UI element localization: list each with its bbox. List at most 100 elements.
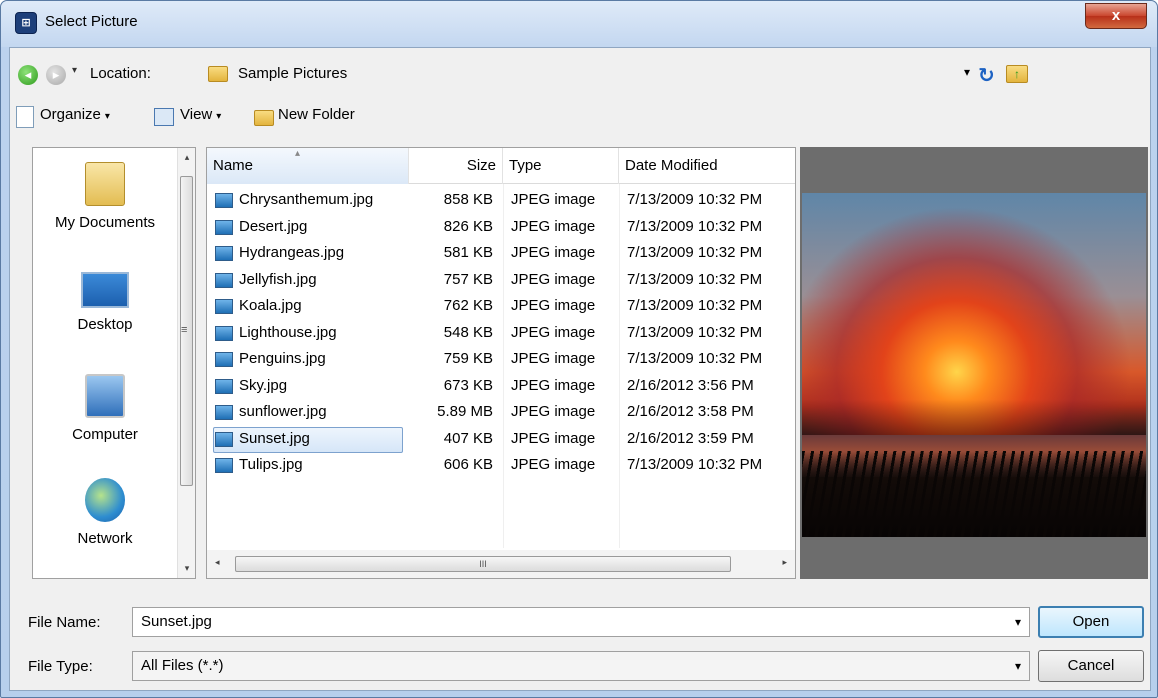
file-row[interactable]: Koala.jpg 762 KB JPEG image 7/13/2009 10:32… [213,294,797,320]
file-type: JPEG image [511,217,596,235]
file-row[interactable]: Hydrangeas.jpg 581 KB JPEG image 7/13/2009 … [213,241,797,267]
file-row[interactable]: Desert.jpg 826 KB JPEG image 7/13/2009 10:3… [213,215,797,241]
file-name-input[interactable]: Sunset.jpg ▾ [132,607,1030,637]
file-date: 7/13/2009 10:32 PM [627,191,763,208]
up-folder-icon[interactable]: ↑ [1006,65,1028,83]
file-row[interactable]: Chrysanthemum.jpg 858 KB JPEG image 7/13/20… [213,188,797,214]
file-date: 2/16/2012 3:58 PM [627,403,754,420]
file-type: JPEG image [511,350,596,367]
column-header-type[interactable]: Type [503,148,619,184]
file-name: Tulips.jpg [239,456,303,473]
chevron-down-icon[interactable]: ▾ [1015,652,1021,680]
file-date: 7/13/2009 10:32 PM [627,456,763,473]
toolbar: Organize ▾ View ▾ New Folder [10,98,1150,138]
file-type: JPEG image [511,429,596,447]
preview-image [802,193,1146,537]
jpeg-file-icon [215,299,233,314]
network-icon [85,478,125,522]
place-label: Desktop [77,316,133,333]
file-size: 606 KB [443,456,493,473]
file-name: Penguins.jpg [239,350,326,367]
column-header-name[interactable]: Name ▴ [207,148,409,184]
file-type: JPEG image [511,244,596,261]
scroll-up-icon[interactable]: ▴ [178,152,196,163]
select-picture-dialog: ⊞ Select Picture x ◂ ▸ ▾ Location: Sampl… [0,0,1158,698]
sort-ascending-icon: ▴ [295,148,301,159]
window-title: Select Picture [45,13,138,30]
scroll-down-icon[interactable]: ▾ [178,563,196,574]
file-size: 759 KB [443,350,493,367]
place-my-documents[interactable]: My Documents [33,162,177,231]
jpeg-file-icon [215,405,233,420]
file-size: 762 KB [443,297,493,314]
forward-arrow-icon[interactable]: ▸ [46,65,66,85]
file-list: Name ▴ Size Type Date Modified Chrysanth… [206,147,796,579]
file-row[interactable]: Lighthouse.jpg 548 KB JPEG image 7/13/2009 … [213,321,797,347]
cancel-button[interactable]: Cancel [1038,650,1144,682]
view-menu[interactable]: View ▾ [180,106,221,123]
file-name: Chrysanthemum.jpg [239,191,374,208]
file-size: 5.89 MB [437,403,493,420]
file-size: 548 KB [443,323,493,341]
file-date: 2/16/2012 3:59 PM [627,429,754,447]
file-name: Sky.jpg [239,376,288,394]
file-size: 858 KB [443,191,493,208]
view-icon [154,108,174,126]
file-size: 673 KB [443,376,493,394]
open-button[interactable]: Open [1038,606,1144,638]
computer-icon [85,374,125,418]
chevron-down-icon: ▾ [104,111,110,122]
column-header-date[interactable]: Date Modified [619,148,797,184]
file-date: 7/13/2009 10:32 PM [627,270,763,288]
file-name-value: Sunset.jpg [141,613,212,630]
column-name-label: Name [213,157,254,174]
file-row[interactable]: sunflower.jpg 5.89 MB JPEG image 2/16/2012 … [213,400,797,426]
location-value: Sample Pictures [238,65,348,82]
places-scrollbar[interactable]: ▴ ≡ ▾ [177,148,195,578]
place-desktop[interactable]: Desktop [33,272,177,333]
scroll-left-icon[interactable]: ◂ [215,557,220,568]
scroll-right-icon[interactable]: ▸ [782,557,787,568]
file-name: Desert.jpg [239,217,308,235]
file-date: 7/13/2009 10:32 PM [627,297,763,314]
jpeg-file-icon [215,431,233,447]
chevron-down-icon[interactable]: ▾ [964,65,970,79]
places-pane: My Documents Desktop Computer Network ▴ … [32,147,196,579]
file-name: Sunset.jpg [239,429,310,447]
horizontal-scrollbar[interactable]: ◂ III ▸ [207,550,795,578]
chevron-down-icon[interactable]: ▾ [1015,608,1021,636]
organize-menu[interactable]: Organize ▾ [40,106,110,123]
organize-icon [16,106,34,128]
file-row[interactable]: Penguins.jpg 759 KB JPEG image 7/13/2009 10… [213,347,797,373]
file-name: Hydrangeas.jpg [239,244,345,261]
jpeg-file-icon [215,378,233,394]
refresh-icon[interactable]: ↻ [978,63,995,88]
file-type: JPEG image [511,270,596,288]
file-date: 2/16/2012 3:56 PM [627,376,754,394]
file-row[interactable]: Jellyfish.jpg 757 KB JPEG image 7/13/2009 1… [213,268,797,294]
history-dropdown-icon[interactable]: ▾ [72,65,77,76]
location-dropdown[interactable]: Sample Pictures ▾ [166,59,970,89]
place-network[interactable]: Network [33,478,177,547]
file-date: 7/13/2009 10:32 PM [627,244,763,261]
close-button[interactable]: x [1085,3,1147,29]
file-type-select[interactable]: All Files (*.*) ▾ [132,651,1030,681]
place-computer[interactable]: Computer [33,374,177,443]
file-name: sunflower.jpg [239,403,327,420]
file-date: 7/13/2009 10:32 PM [627,217,763,235]
view-label: View [180,106,213,123]
file-type-value: All Files (*.*) [141,657,224,674]
title-bar[interactable]: ⊞ Select Picture x [1,1,1157,47]
file-type: JPEG image [511,297,596,314]
column-header-size[interactable]: Size [409,148,503,184]
file-row[interactable]: Sunset.jpg 407 KB JPEG image 2/16/2012 3:59… [213,426,797,453]
file-row[interactable]: Tulips.jpg 606 KB JPEG image 7/13/2009 10:3… [213,453,797,479]
scroll-thumb[interactable]: III [235,556,731,572]
jpeg-file-icon [215,193,233,208]
jpeg-file-icon [215,272,233,288]
new-folder-button[interactable]: New Folder [278,106,355,123]
file-row[interactable]: Sky.jpg 673 KB JPEG image 2/16/2012 3:56 PM [213,374,797,400]
file-size: 757 KB [443,270,493,288]
back-arrow-icon[interactable]: ◂ [18,65,38,85]
preview-grass [802,451,1146,537]
